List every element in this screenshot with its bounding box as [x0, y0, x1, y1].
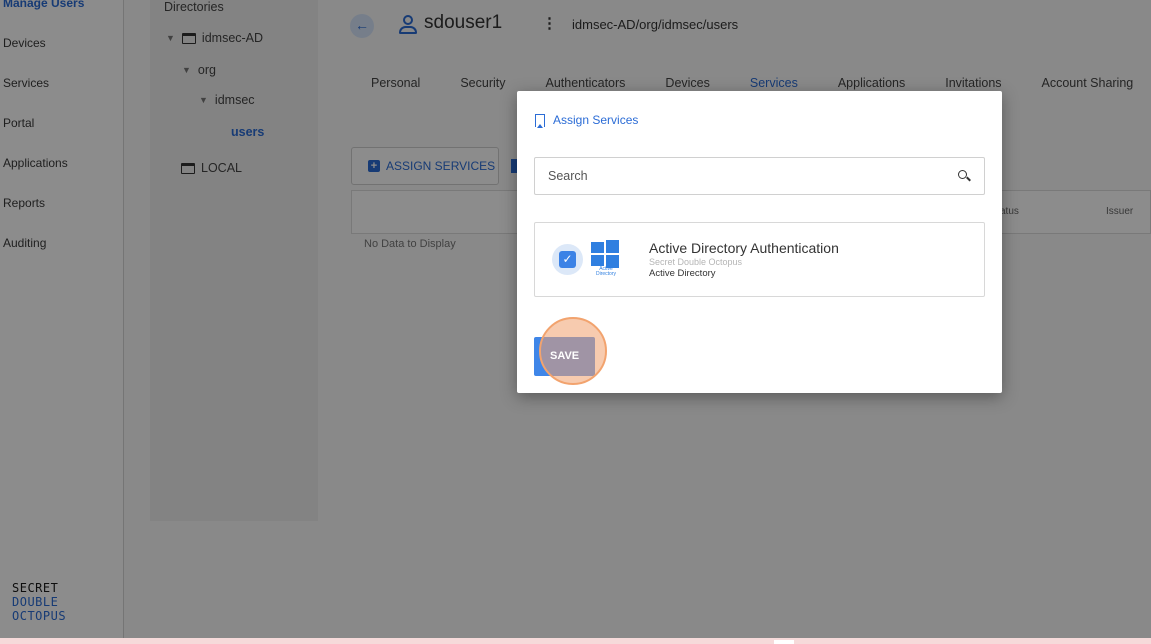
bottom-strip: [0, 638, 1151, 644]
service-name: Active Directory Authentication: [649, 240, 839, 256]
logo-caption: Active Directory: [595, 266, 616, 277]
service-vendor: Secret Double Octopus: [649, 257, 743, 267]
bookmark-icon: [535, 113, 545, 128]
search-input[interactable]: [535, 158, 935, 194]
service-card[interactable]: ✓ Active Directory Active Directory Auth…: [534, 222, 985, 297]
search-field[interactable]: [534, 157, 985, 195]
dialog-title: Assign Services: [535, 113, 639, 128]
windows-logo-icon: Active Directory: [591, 240, 621, 280]
strip-marker: [774, 640, 794, 644]
service-type: Active Directory: [649, 268, 716, 279]
assign-services-dialog: Assign Services ✓ Active Directory Activ…: [517, 91, 1002, 393]
dialog-title-text: Assign Services: [553, 113, 639, 127]
service-checkbox[interactable]: ✓: [552, 244, 583, 275]
search-icon[interactable]: [958, 170, 971, 182]
checkmark-icon: ✓: [559, 251, 576, 268]
save-button[interactable]: [534, 337, 595, 376]
